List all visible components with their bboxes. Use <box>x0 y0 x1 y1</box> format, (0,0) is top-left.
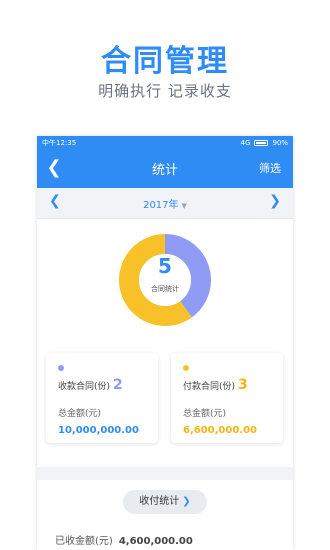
received-label: 已收金额(元) <box>55 536 113 547</box>
received-value: 4,600,000.00 <box>118 536 193 547</box>
receive-contract-card[interactable]: 收款合同(份) 2 总金额(元) 10,000,000.00 <box>46 353 158 443</box>
promo-title: 合同管理 <box>101 44 229 79</box>
chevron-right-icon: ❯ <box>269 193 281 209</box>
pay-contract-card[interactable]: 付款合同(份) 3 总金额(元) 6,600,000.00 <box>171 353 283 443</box>
total-label: 合同统计 <box>151 285 179 293</box>
pay-dot <box>183 365 189 371</box>
received-amount-row: 已收金额(元) 4,600,000.00 <box>55 532 193 547</box>
app-bar: 中午12:35 4G 90% ❮ 统计 筛选 <box>37 136 293 188</box>
page-title: 统计 <box>151 163 178 178</box>
receive-amount: 10,000,000.00 <box>58 425 139 436</box>
pay-amount-label: 总金额(元) <box>183 409 227 419</box>
receive-count: 2 <box>113 377 123 393</box>
filter-button[interactable]: 筛选 <box>259 160 281 176</box>
payment-stats-section: 收付统计 ❯ 已收金额(元) 4,600,000.00 <box>37 480 293 550</box>
receive-label: 收款合同(份) <box>58 382 111 392</box>
receive-dot <box>58 365 64 371</box>
caret-down-icon: ▼ <box>181 202 187 210</box>
pay-label: 付款合同(份) <box>183 382 236 392</box>
year-dropdown[interactable]: 2017年 ▼ <box>37 196 293 211</box>
contract-donut-chart <box>119 234 211 326</box>
promo-subtitle: 明确执行 记录收支 <box>98 82 232 100</box>
signal-label: 4G <box>240 139 251 147</box>
battery-percent: 90% <box>272 139 288 147</box>
total-count: 5 <box>158 254 172 278</box>
pay-amount: 6,600,000.00 <box>183 425 258 436</box>
payment-stats-label: 收付统计 <box>139 496 180 507</box>
nav-row: ❮ 统计 筛选 <box>37 150 293 188</box>
next-year-button[interactable]: ❯ <box>269 193 281 209</box>
receive-amount-label: 总金额(元) <box>58 409 102 419</box>
pay-count: 3 <box>238 377 248 393</box>
status-time: 中午12:35 <box>42 139 77 147</box>
year-selector: ❮ 2017年 ▼ ❯ <box>37 188 293 219</box>
status-bar: 中午12:35 4G 90% <box>37 136 293 150</box>
payment-stats-button[interactable]: 收付统计 ❯ <box>123 490 207 514</box>
battery-icon <box>254 140 269 146</box>
phone-screen: 中午12:35 4G 90% ❮ 统计 筛选 ❮ 2017年 ▼ ❯ 5 合同统… <box>37 136 293 550</box>
stats-area: 5 合同统计 收款合同(份) 2 总金额(元) 10,000,000.00 付款合… <box>37 219 293 467</box>
chevron-right-icon: ❯ <box>182 496 191 507</box>
year-label: 2017年 <box>143 200 179 211</box>
